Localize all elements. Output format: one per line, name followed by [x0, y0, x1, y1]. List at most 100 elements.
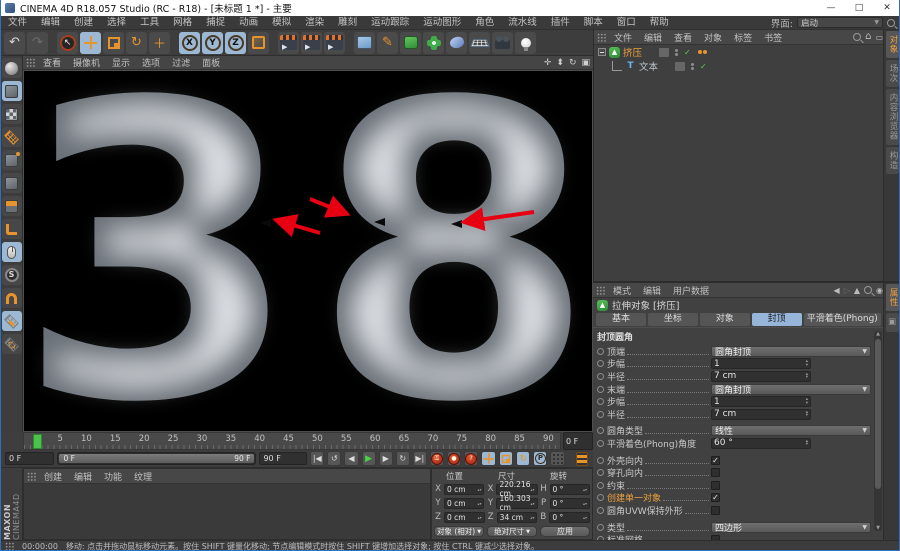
layer-box-icon[interactable]	[659, 47, 670, 57]
add-subdivision-surface-button[interactable]	[400, 31, 421, 54]
last-tool-button[interactable]: ＋	[149, 31, 170, 54]
keyframe-dot-icon[interactable]	[597, 347, 604, 355]
search-icon[interactable]	[864, 286, 873, 294]
menu-item[interactable]: 模拟	[265, 17, 298, 28]
viewport-menu-item[interactable]: 查看	[37, 59, 67, 69]
steps2-field[interactable]: 1 ▴ ▾	[711, 396, 811, 408]
undo-button[interactable]: ↶	[4, 31, 25, 54]
add-cube-button[interactable]	[354, 31, 375, 54]
tab-structure[interactable]: 构造	[886, 146, 899, 174]
play-button[interactable]: ▶	[361, 451, 376, 466]
tab-coord[interactable]: 坐标	[647, 313, 698, 326]
tab-takes[interactable]: 场次	[886, 60, 899, 87]
points-mode-button[interactable]	[1, 150, 22, 170]
end-cap-dropdown[interactable]: 圆角封顶 ▼	[711, 383, 871, 396]
object-manager-menu-item[interactable]: 查看	[668, 34, 698, 44]
keyframe-dot-icon[interactable]	[597, 410, 604, 418]
scale-tool-button[interactable]	[103, 31, 124, 54]
expand-icon[interactable]	[598, 48, 606, 56]
preview-range-slider[interactable]: 0 F 90 F	[57, 452, 257, 465]
attribute-scrollbar[interactable]: ▲ ▼	[874, 331, 882, 531]
viewport-toggle-icon[interactable]: ▣	[581, 58, 590, 68]
viewport-menu-item[interactable]: 面板	[196, 59, 226, 69]
section-header[interactable]: 封顶圆角	[593, 327, 899, 344]
fillet-type-dropdown[interactable]: 线性 ▼	[711, 425, 871, 437]
menu-item[interactable]: 插件	[544, 17, 577, 28]
keyframe-dot-icon[interactable]	[597, 506, 604, 514]
menu-item[interactable]: 网格	[166, 17, 199, 28]
tab-layers-icon[interactable]: ▣	[886, 313, 899, 332]
make-editable-button[interactable]	[1, 58, 22, 78]
render-picture-viewer-button[interactable]	[301, 31, 322, 54]
object-row-extrude[interactable]: ▲ 挤压 ✓	[594, 45, 899, 59]
coordinate-system-button[interactable]	[248, 31, 269, 54]
keyframe-dot-icon[interactable]	[597, 427, 604, 435]
add-light-button[interactable]	[515, 31, 536, 54]
scrollbar-thumb[interactable]	[875, 339, 881, 489]
object-manager-menu-item[interactable]: 对象	[698, 34, 728, 44]
material-menu-item[interactable]: 纹理	[128, 473, 158, 483]
menu-item[interactable]: 窗口	[610, 17, 643, 28]
next-key-button[interactable]: ↻	[395, 451, 410, 466]
lock-z-button[interactable]: Z	[225, 31, 246, 54]
keyframe-selection-button[interactable]: ?	[464, 451, 479, 466]
maximize-button[interactable]: □	[845, 0, 873, 16]
tag-dots-icon[interactable]	[697, 50, 707, 54]
rot-h-field[interactable]: 0 ° ▴▾	[549, 483, 590, 495]
render-view-button[interactable]	[278, 31, 299, 54]
viewport-menu-item[interactable]: 选项	[136, 59, 166, 69]
object-manager-menu-item[interactable]: 编辑	[638, 34, 668, 44]
rot-b-field[interactable]: 0 ° ▴▾	[549, 511, 591, 523]
attribute-menu-item[interactable]: 模式	[607, 287, 637, 297]
size-x-field[interactable]: 220.216 cm ▴▾	[496, 480, 538, 498]
pos-x-field[interactable]: 0 cm ▴▾	[444, 483, 485, 495]
playhead[interactable]	[33, 434, 42, 449]
keyframe-dot-icon[interactable]	[597, 398, 604, 406]
enable-snap-button[interactable]	[1, 288, 22, 308]
menu-item[interactable]: 角色	[468, 17, 501, 28]
redo-button[interactable]: ↷	[27, 31, 48, 54]
live-selection-button[interactable]: ↖	[57, 31, 78, 54]
keyframe-dot-icon[interactable]	[597, 481, 604, 489]
object-manager-menu-item[interactable]: 书签	[758, 34, 788, 44]
viewport-menu-item[interactable]: 显示	[106, 59, 136, 69]
material-menu-item[interactable]: 创建	[38, 473, 68, 483]
menu-item[interactable]: 流水线	[501, 17, 544, 28]
toggle-pla-button[interactable]	[550, 451, 565, 466]
texture-mode-button[interactable]	[1, 104, 22, 124]
menu-item[interactable]: 工具	[133, 17, 166, 28]
polygons-mode-button[interactable]	[1, 196, 22, 216]
viewport[interactable]: 38	[16, 17, 596, 492]
record-keyframe-button[interactable]: ⚿	[429, 451, 444, 466]
keyframe-dot-icon[interactable]	[597, 523, 604, 531]
enabled-check-icon[interactable]: ✓	[700, 62, 707, 71]
motion-system-button[interactable]	[574, 451, 589, 466]
keyframe-dot-icon[interactable]	[597, 456, 604, 464]
attribute-menu-item[interactable]: 编辑	[637, 287, 667, 297]
goto-end-button[interactable]: ▶|	[412, 451, 427, 466]
material-menu-item[interactable]: 编辑	[68, 473, 98, 483]
add-metaball-button[interactable]	[446, 31, 467, 54]
lock-x-button[interactable]: X	[179, 31, 200, 54]
apply-button[interactable]: 应用	[540, 526, 590, 537]
rot-p-field[interactable]: 0 ° ▴▾	[549, 497, 590, 509]
add-mograph-button[interactable]	[423, 31, 444, 54]
keyframe-dot-icon[interactable]	[597, 385, 604, 393]
constrain-checkbox[interactable]	[711, 480, 720, 490]
keyframe-dot-icon[interactable]	[597, 360, 604, 368]
next-frame-button[interactable]: ▶	[378, 451, 393, 466]
keyframe-dot-icon[interactable]	[597, 439, 604, 447]
goto-start-button[interactable]: |◀	[310, 451, 325, 466]
tab-caps[interactable]: 封顶	[751, 313, 802, 326]
tab-object[interactable]: 对象	[699, 313, 750, 326]
phong-angle-field[interactable]: 60 ° ▴ ▾	[711, 437, 811, 449]
autokeying-button[interactable]: ●	[446, 451, 462, 466]
object-name[interactable]: 文本	[639, 59, 658, 73]
panel-grip-icon[interactable]	[597, 32, 606, 42]
radius2-field[interactable]: 7 cm ▴ ▾	[711, 408, 811, 420]
viewport-menu-item[interactable]: 过滤	[166, 59, 196, 69]
history-forward-icon[interactable]: ▷	[844, 286, 850, 295]
toggle-scale-button[interactable]	[499, 451, 514, 466]
previous-frame-button[interactable]: ◀	[344, 451, 359, 466]
steps-field[interactable]: 1 ▴ ▾	[711, 358, 811, 370]
